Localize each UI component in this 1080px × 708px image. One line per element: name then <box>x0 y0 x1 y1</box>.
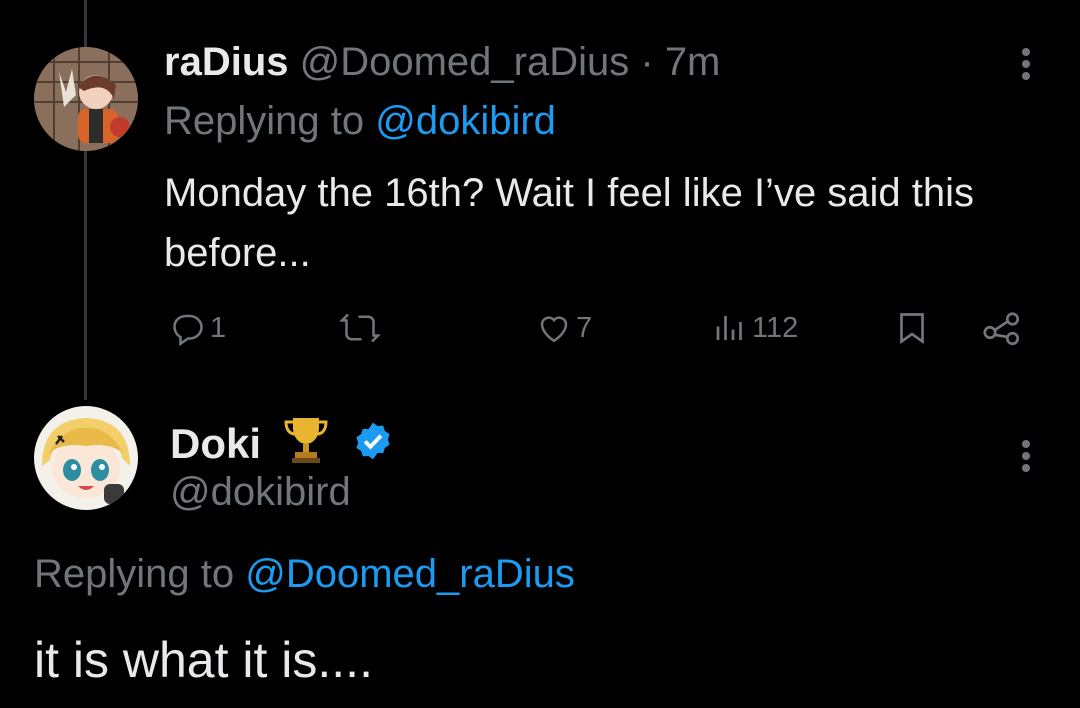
trophy-icon <box>284 418 328 463</box>
user-handle[interactable]: @Doomed_raDius <box>300 40 630 84</box>
tweet-text: it is what it is.... <box>34 632 373 688</box>
replying-to-link[interactable]: @Doomed_raDius <box>245 552 575 596</box>
more-vertical-icon <box>1022 48 1030 80</box>
more-options-button[interactable] <box>1006 436 1046 476</box>
heart-icon <box>540 316 568 343</box>
avatar-radius-icon <box>34 47 138 151</box>
reply-header: raDius @Doomed_raDius · 7m <box>164 38 720 86</box>
display-name[interactable]: Doki <box>170 420 261 467</box>
reply-icon <box>173 314 203 346</box>
replying-prefix: Replying to <box>164 99 376 143</box>
doki-name-row: Doki <box>170 414 394 468</box>
avatar-doki[interactable] <box>34 406 138 510</box>
share-button[interactable] <box>982 308 1022 348</box>
avatar-doki-icon <box>34 406 138 510</box>
reply-button[interactable]: 1 <box>170 308 226 348</box>
replying-to-line: Replying to @dokibird <box>164 97 556 145</box>
repost-icon <box>340 313 380 343</box>
bookmark-button[interactable] <box>894 308 930 348</box>
avatar-radius[interactable] <box>34 47 138 151</box>
analytics-icon <box>716 316 742 340</box>
verified-badge-icon <box>356 422 390 460</box>
like-count: 7 <box>576 311 593 344</box>
repost-button[interactable] <box>340 308 384 348</box>
views-count: 112 <box>752 311 799 344</box>
separator-dot: · <box>629 40 665 84</box>
user-handle[interactable]: @dokibird <box>170 468 351 516</box>
like-button[interactable]: 7 <box>536 308 592 348</box>
views-button[interactable]: 112 <box>712 308 798 348</box>
more-options-button[interactable] <box>1006 44 1046 84</box>
replying-prefix: Replying to <box>34 552 246 596</box>
replying-to-line: Replying to @Doomed_raDius <box>34 550 575 598</box>
share-icon <box>983 312 1020 346</box>
replying-to-link[interactable]: @dokibird <box>375 99 556 143</box>
more-vertical-icon <box>1022 440 1030 472</box>
reply-count: 1 <box>210 311 227 344</box>
timestamp[interactable]: 7m <box>665 40 721 84</box>
bookmark-icon <box>900 313 924 345</box>
tweet-text: Monday the 16th? Wait I feel like I’ve s… <box>164 171 975 275</box>
display-name[interactable]: raDius <box>164 40 289 84</box>
tweet-actions-bar: 1 7 112 <box>164 300 1044 356</box>
